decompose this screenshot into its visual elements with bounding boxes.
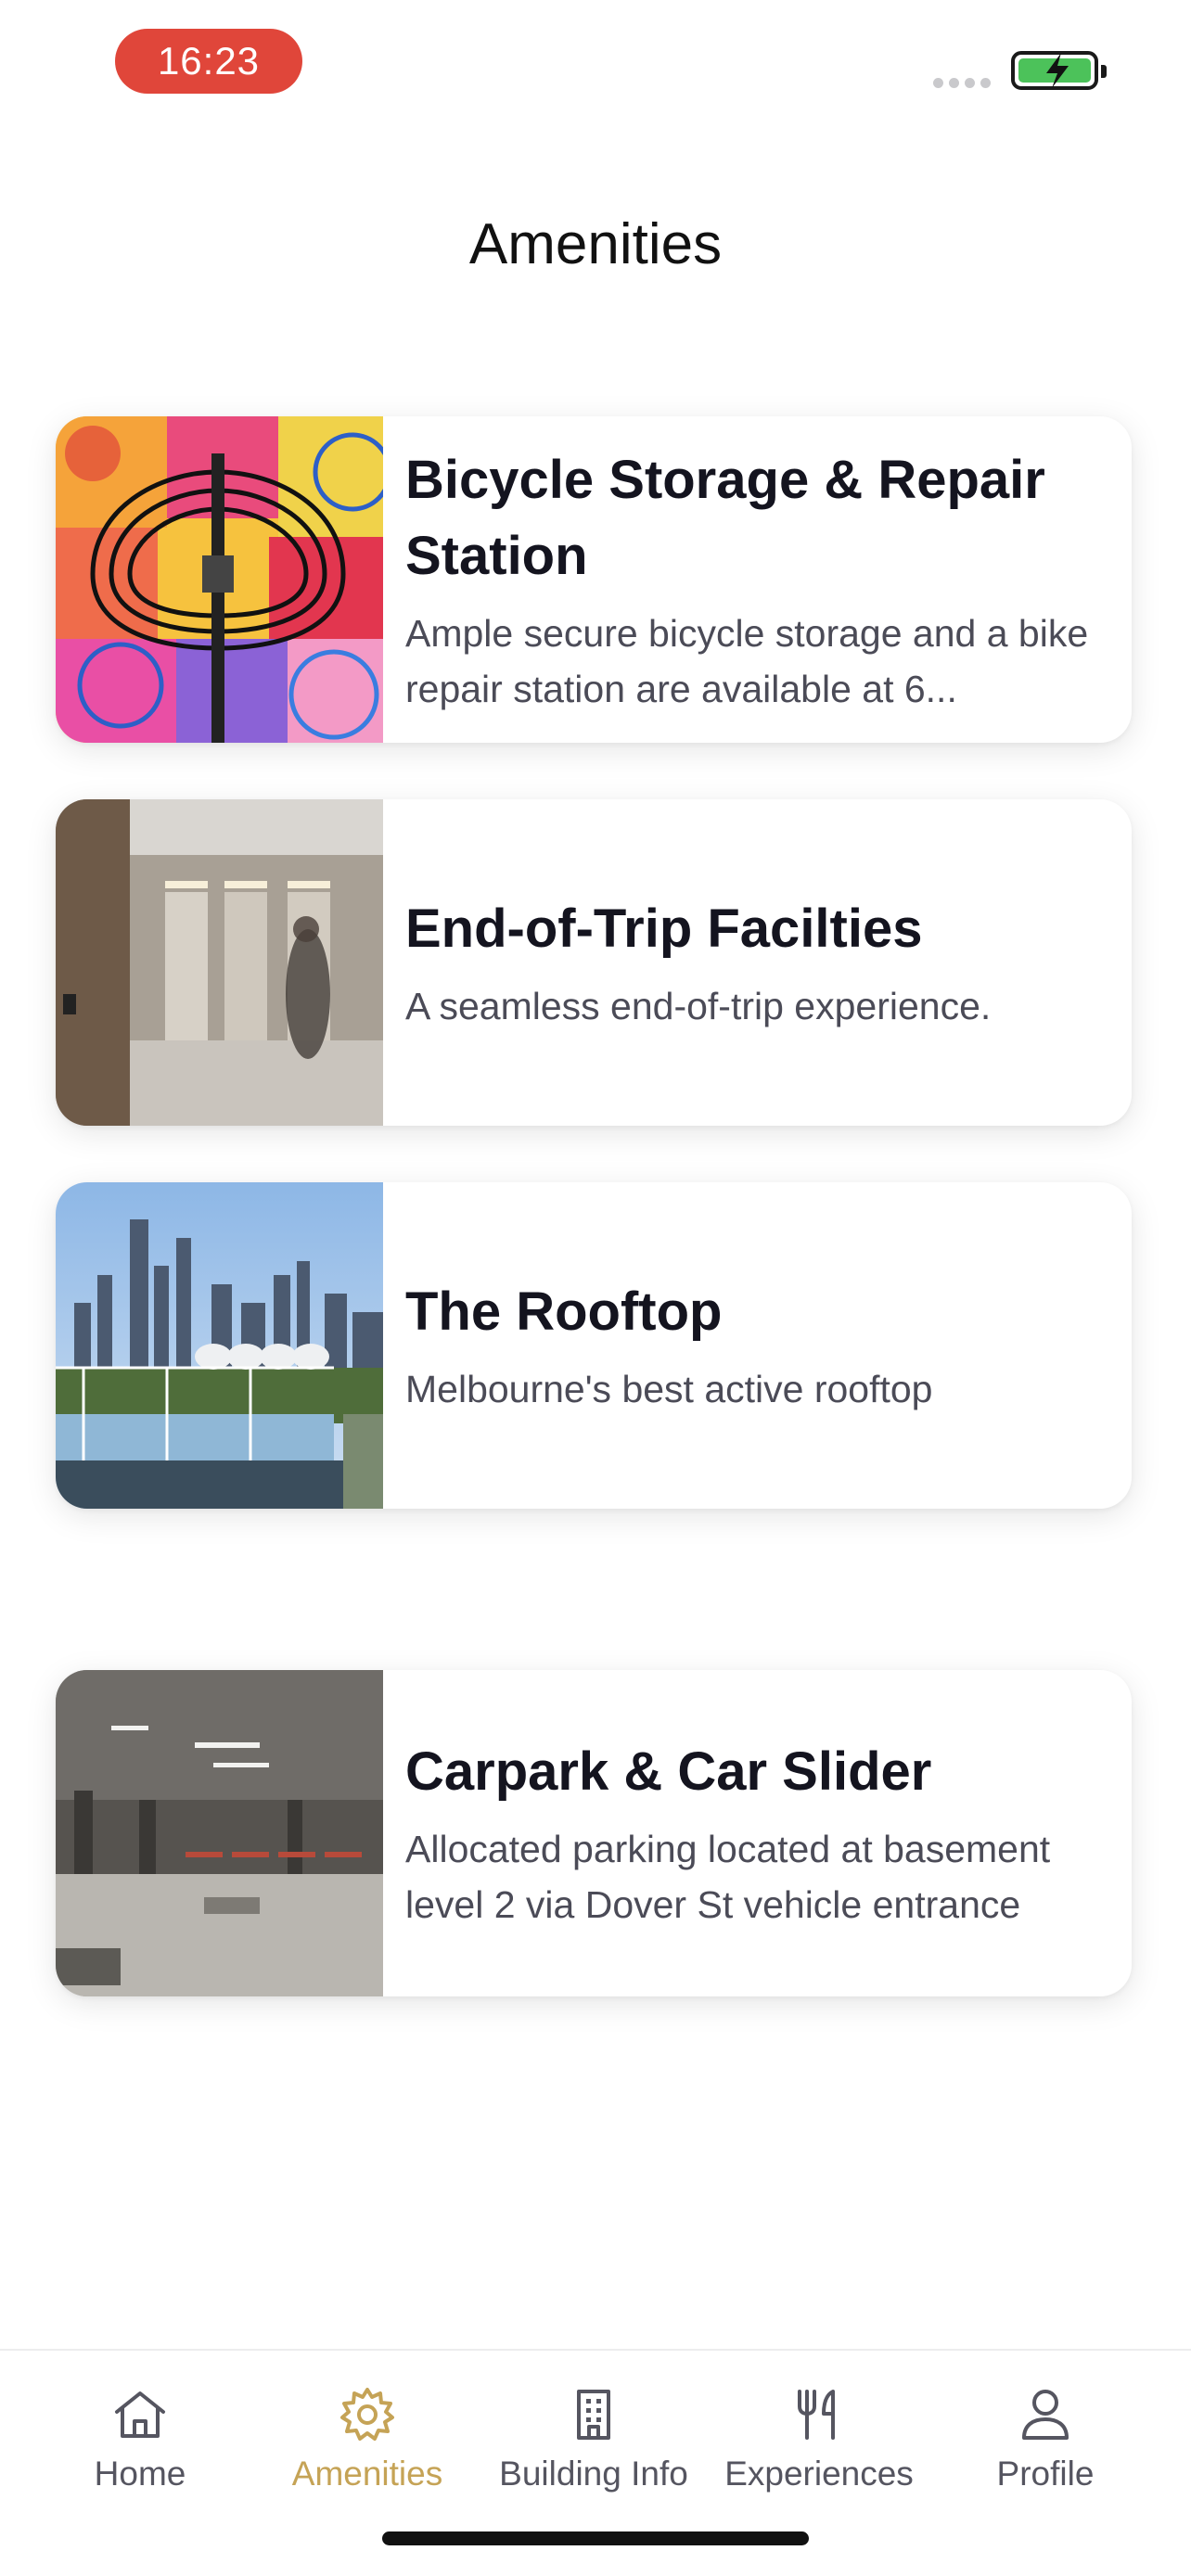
tab-amenities[interactable]: Amenities — [261, 2384, 474, 2493]
amenity-card-bicycle-storage[interactable]: Bicycle Storage & Repair Station Ample s… — [56, 416, 1132, 743]
card-title: Carpark & Car Slider — [405, 1741, 932, 1802]
tab-label: Profile — [996, 2455, 1095, 2493]
card-title: End-of-Trip Facilties — [405, 899, 923, 959]
tab-label: Experiences — [724, 2455, 914, 2493]
rooftop-image — [56, 1182, 383, 1509]
card-description: Melbourne's best active rooftop — [405, 1368, 933, 1410]
amenity-card-carpark[interactable]: Carpark & Car Slider Allocated parking l… — [56, 1670, 1132, 1996]
card-description: A seamless end-of-trip experience. — [405, 985, 992, 1027]
card-content: End-of-Trip Facilties A seamless end-of-… — [383, 799, 1132, 1126]
sun-gear-icon — [340, 2388, 394, 2441]
card-title: The Rooftop — [405, 1282, 723, 1342]
amenity-card-rooftop[interactable]: The Rooftop Melbourne's best active roof… — [56, 1182, 1132, 1509]
profile-icon — [1022, 2390, 1069, 2440]
fork-knife-icon — [798, 2390, 835, 2440]
signal-icon — [933, 78, 991, 88]
building-icon — [577, 2390, 610, 2440]
page-title: Amenities — [468, 212, 723, 276]
tab-home[interactable]: Home — [33, 2384, 247, 2493]
card-content: The Rooftop Melbourne's best active roof… — [383, 1182, 1132, 1509]
card-description: Ample secure bicycle storage and a bike … — [405, 612, 1089, 710]
card-title: Bicycle Storage & Repair Station — [405, 450, 1045, 586]
amenity-card-end-of-trip[interactable]: End-of-Trip Facilties A seamless end-of-… — [56, 799, 1132, 1126]
tab-label: Amenities — [291, 2455, 443, 2493]
tab-profile[interactable]: Profile — [939, 2384, 1152, 2493]
tab-experiences[interactable]: Experiences — [712, 2384, 926, 2493]
tab-building-info[interactable]: Building Info — [487, 2384, 700, 2493]
card-description: Allocated parking located at basement le… — [405, 1828, 1051, 1926]
home-indicator[interactable] — [382, 2531, 809, 2545]
status-bar: 16:23 — [0, 0, 1191, 121]
battery-icon — [1011, 51, 1107, 90]
tab-label: Building Info — [499, 2455, 688, 2493]
card-content: Carpark & Car Slider Allocated parking l… — [383, 1670, 1132, 1996]
carpark-image — [56, 1670, 383, 1996]
tab-label: Home — [94, 2455, 186, 2493]
home-icon — [115, 2391, 165, 2438]
card-content: Bicycle Storage & Repair Station Ample s… — [383, 416, 1132, 743]
status-time: 16:23 — [115, 29, 302, 94]
bicycle-storage-image — [56, 416, 383, 743]
end-of-trip-image — [56, 799, 383, 1126]
